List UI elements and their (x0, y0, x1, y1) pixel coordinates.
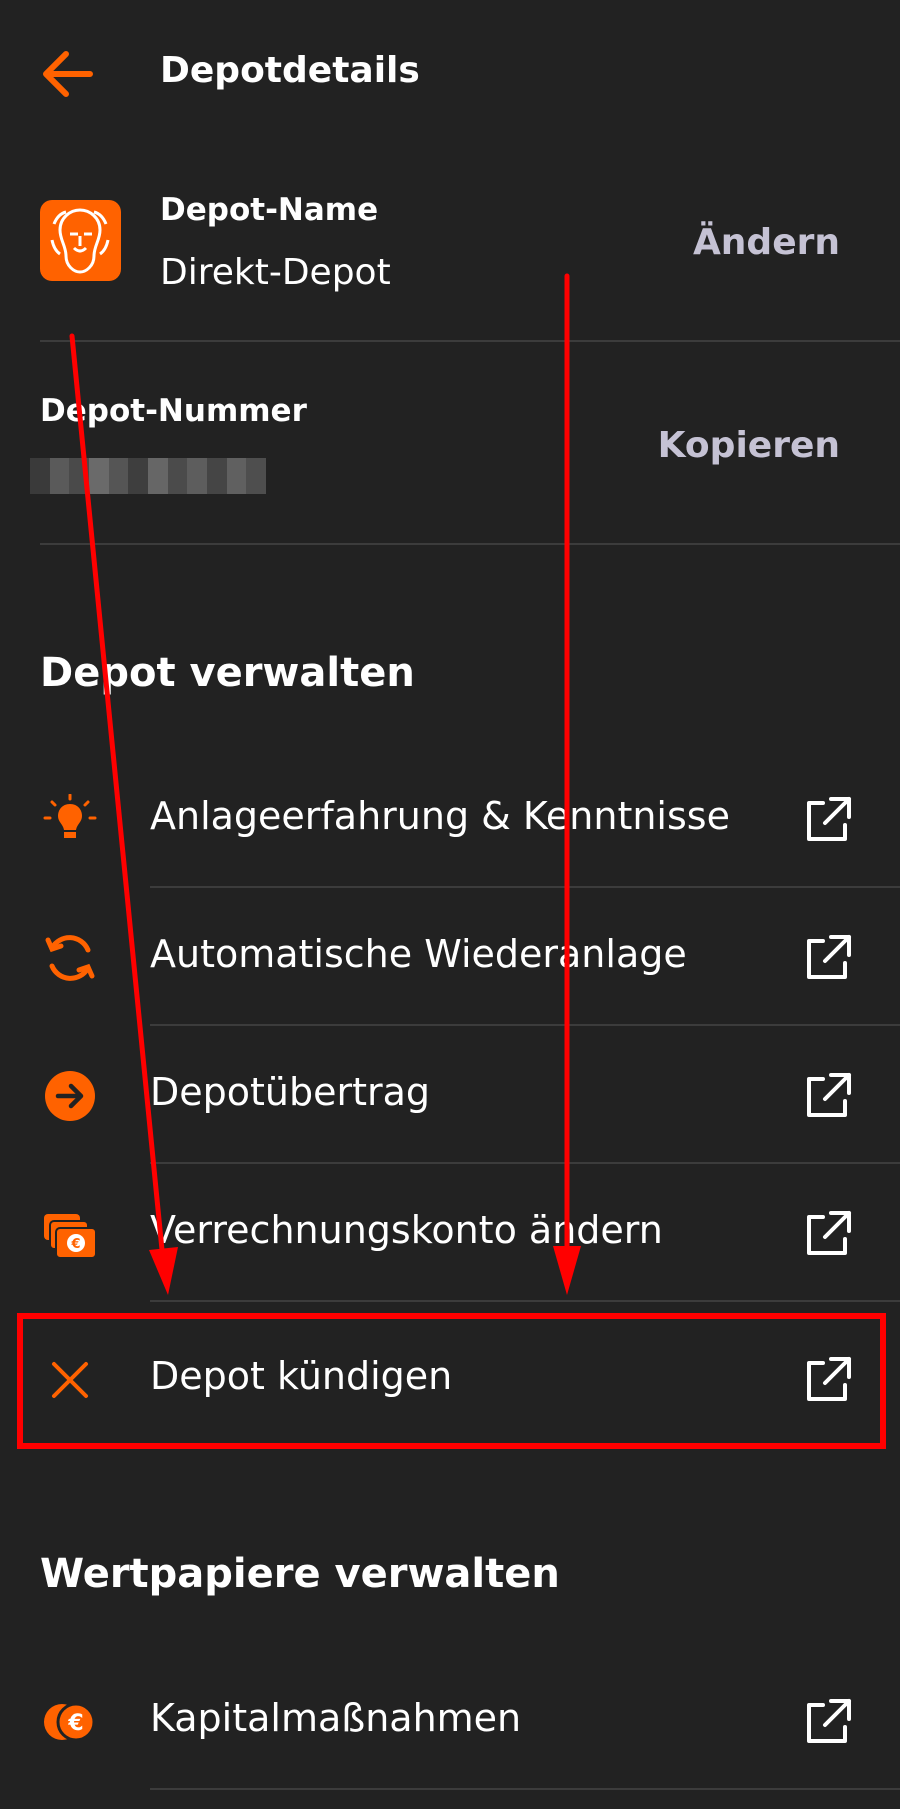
menu-item-investment-experience[interactable]: Anlageerfahrung & Kenntnisse (0, 750, 900, 888)
section-title-manage-depot: Depot verwalten (40, 650, 415, 696)
depot-name-value: Direkt-Depot (160, 252, 391, 293)
euro-coins-icon: € (42, 1696, 98, 1748)
page-title: Depotdetails (160, 50, 420, 91)
menu-item-depot-transfer[interactable]: Depotübertrag (0, 1026, 900, 1164)
svg-text:€: € (70, 1237, 80, 1252)
divider (150, 1788, 900, 1790)
divider (40, 543, 900, 545)
lightbulb-icon (42, 793, 98, 846)
menu-item-settlement-account[interactable]: € Verrechnungskonto ändern (0, 1164, 900, 1302)
menu-item-label: Depotübertrag (150, 1070, 431, 1114)
external-link-icon (803, 931, 855, 983)
change-name-button[interactable]: Ändern (693, 222, 840, 263)
menu-item-label: Kapitalmaßnahmen (150, 1696, 522, 1740)
depot-name-label: Depot-Name (160, 192, 379, 228)
arrow-left-icon (43, 51, 93, 97)
divider (40, 340, 900, 342)
external-link-icon (803, 793, 855, 845)
external-link-icon (803, 1069, 855, 1121)
menu-item-label: Verrechnungskonto ändern (150, 1208, 663, 1252)
annotation-highlight-box (17, 1313, 886, 1449)
section-title-manage-securities: Wertpapiere verwalten (40, 1551, 560, 1597)
divider (150, 1300, 900, 1302)
menu-item-label: Automatische Wiederanlage (150, 932, 687, 976)
arrow-right-circle-icon (42, 1070, 98, 1122)
external-link-icon (803, 1207, 855, 1259)
euro-cards-icon: € (42, 1208, 98, 1260)
svg-text:€: € (67, 1711, 83, 1736)
copy-number-button[interactable]: Kopieren (658, 425, 840, 466)
back-button[interactable] (38, 44, 98, 104)
menu-item-automatic-reinvestment[interactable]: Automatische Wiederanlage (0, 888, 900, 1026)
refresh-icon (42, 932, 98, 984)
depot-number-value-pixelated (30, 458, 267, 494)
menu-item-corporate-actions[interactable]: € Kapitalmaßnahmen (0, 1652, 900, 1790)
menu-item-label: Anlageerfahrung & Kenntnisse (150, 794, 730, 838)
depot-number-label: Depot-Nummer (40, 393, 307, 429)
external-link-icon (803, 1695, 855, 1747)
lion-logo-icon (40, 200, 121, 281)
